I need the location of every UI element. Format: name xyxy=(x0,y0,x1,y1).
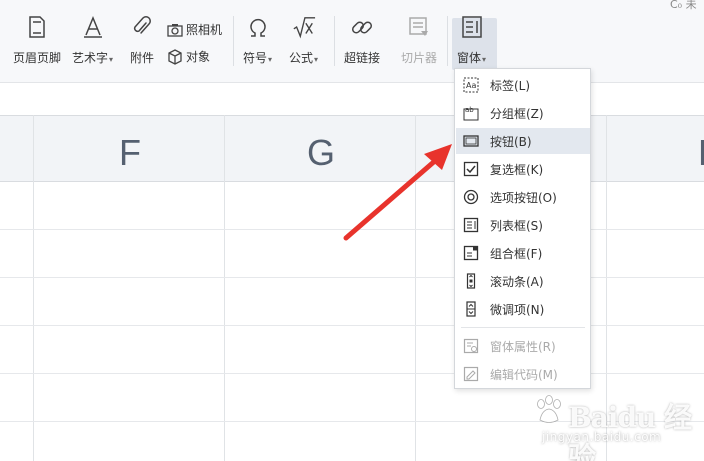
spinner-icon xyxy=(462,300,480,318)
baidu-jingyan-watermark: Baidu 经验 jingyan.baidu.com xyxy=(532,392,692,461)
menu-item-form-properties[interactable]: 窗体属性(R) xyxy=(456,333,590,359)
checkbox-icon xyxy=(462,160,480,178)
menu-item-scrollbar[interactable]: 滚动条(A) xyxy=(456,268,590,294)
menu-item-group-box[interactable]: ab 分组框(Z) xyxy=(456,100,590,126)
list-box-icon xyxy=(462,216,480,234)
watermark-brand: Baidu 经验 xyxy=(568,401,692,461)
edit-code-icon xyxy=(462,365,480,383)
watermark-url: jingyan.baidu.com xyxy=(542,430,662,444)
menu-item-edit-code[interactable]: 编辑代码(M) xyxy=(456,361,590,387)
svg-text:ab: ab xyxy=(465,106,474,114)
combo-box-icon xyxy=(462,244,480,262)
group-box-icon: ab xyxy=(462,104,480,122)
baidu-paw-logo xyxy=(537,395,561,423)
label-icon: Aa xyxy=(462,76,480,94)
form-properties-icon xyxy=(462,337,480,355)
menu-item-combo-box[interactable]: 组合框(F) xyxy=(456,240,590,266)
menu-item-label[interactable]: Aa 标签(L) xyxy=(456,72,590,98)
svg-text:Aa: Aa xyxy=(466,81,476,90)
scrollbar-icon xyxy=(462,272,480,290)
radio-icon xyxy=(462,188,480,206)
button-icon xyxy=(462,132,480,150)
form-dropdown-menu: Aa 标签(L) ab 分组框(Z) 按钮(B) 复选框(K) 选项按钮(O) … xyxy=(454,68,591,389)
menu-separator xyxy=(461,327,585,328)
menu-item-list-box[interactable]: 列表框(S) xyxy=(456,212,590,238)
menu-item-radio[interactable]: 选项按钮(O) xyxy=(456,184,590,210)
menu-item-button[interactable]: 按钮(B) xyxy=(456,128,590,154)
menu-item-checkbox[interactable]: 复选框(K) xyxy=(456,156,590,182)
menu-item-spinner[interactable]: 微调项(N) xyxy=(456,296,590,322)
